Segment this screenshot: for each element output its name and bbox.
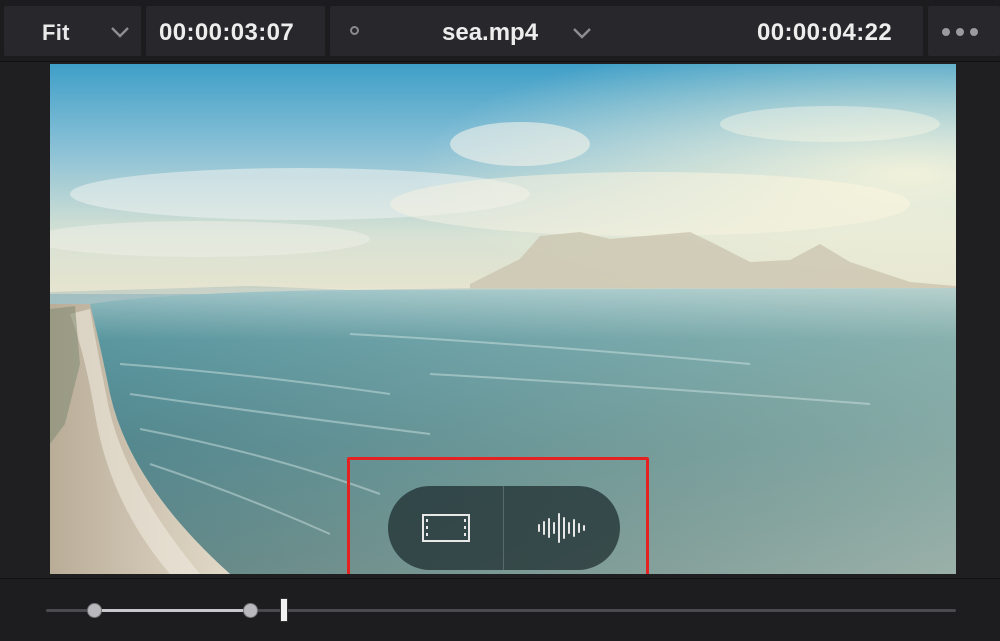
viewer-toolbar: Fit 00:00:03:07 sea.mp4 00:00:04:22 — [0, 0, 1000, 62]
more-options-button[interactable] — [928, 6, 1000, 56]
waveform-icon — [537, 513, 585, 543]
in-out-range — [94, 609, 250, 612]
clip-selector-bar: sea.mp4 00:00:04:22 — [330, 6, 923, 56]
chevron-down-icon — [111, 27, 129, 38]
zoom-label: Fit — [42, 20, 70, 45]
in-point-handle[interactable] — [87, 603, 103, 618]
playhead-handle[interactable] — [280, 598, 289, 622]
chevron-down-icon[interactable] — [571, 26, 593, 40]
scrubber-bar — [0, 578, 1000, 641]
status-dot-icon — [350, 26, 359, 35]
scrub-track[interactable] — [46, 598, 956, 622]
viewer-window: Fit 00:00:03:07 sea.mp4 00:00:04:22 — [0, 0, 1000, 641]
source-timecode-field[interactable]: 00:00:03:07 — [146, 6, 325, 56]
source-timecode: 00:00:03:07 — [159, 19, 295, 46]
out-point-handle[interactable] — [242, 603, 258, 618]
audio-only-button[interactable] — [504, 486, 619, 570]
clip-name-dropdown[interactable]: sea.mp4 — [442, 19, 538, 47]
film-strip-icon — [421, 514, 470, 542]
drag-options-pill — [388, 486, 620, 570]
record-timecode[interactable]: 00:00:04:22 — [757, 19, 892, 47]
more-dots-icon — [942, 28, 978, 36]
video-only-button[interactable] — [388, 486, 503, 570]
zoom-dropdown[interactable]: Fit — [4, 6, 141, 56]
video-preview — [50, 64, 956, 574]
